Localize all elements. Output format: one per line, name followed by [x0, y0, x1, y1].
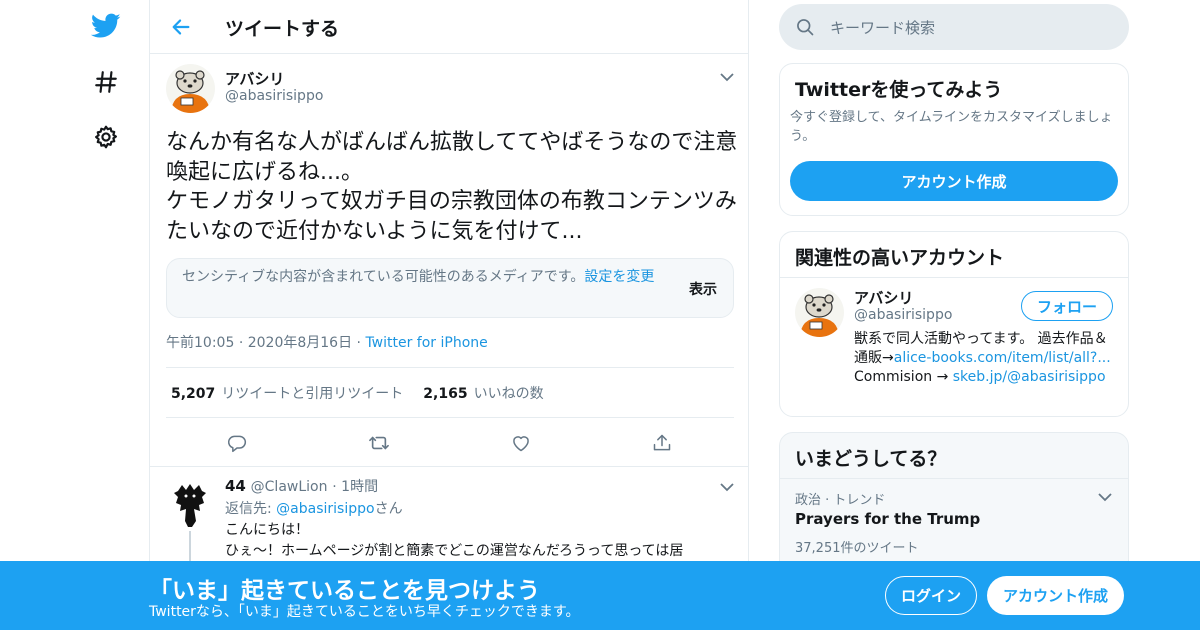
trend-tweet-count: 37,251件のツイート	[795, 541, 919, 556]
login-button[interactable]: ログイン	[885, 576, 977, 615]
related-account-bio: 獣系で同人活動やってます。 過去作品＆通販→alice-books.com/it…	[854, 330, 1116, 387]
reply-icon[interactable]	[224, 430, 250, 456]
twitter-logo-icon[interactable]	[90, 10, 122, 42]
tweet-time[interactable]: 午前10:05	[166, 335, 234, 351]
related-account-name[interactable]: アバシリ	[854, 287, 913, 308]
show-media-button[interactable]: 表示	[689, 279, 717, 299]
author-name[interactable]: アバシリ	[225, 68, 284, 89]
tweet-date[interactable]: 2020年8月16日	[248, 335, 352, 351]
reply-to-handle-link[interactable]: @abasirisippo	[276, 501, 374, 517]
bio-link-alice-books[interactable]: alice-books.com/item/list/all?...	[894, 350, 1111, 366]
sensitive-settings-link[interactable]: 設定を変更	[584, 269, 654, 285]
trend-title: Prayers for the Trump	[795, 510, 981, 528]
retweets-count: 5,207	[171, 385, 216, 402]
likes-stat[interactable]: 2,165 いいねの数	[423, 383, 543, 403]
retweets-label: リツイートと引用リツイート	[221, 385, 404, 402]
likes-label: いいねの数	[473, 385, 544, 402]
tweet-actions	[166, 430, 734, 454]
follow-button[interactable]: フォロー	[1021, 291, 1113, 321]
reply-to-label: 返信先:	[225, 501, 272, 517]
likes-count: 2,165	[423, 385, 468, 402]
page-title: ツイートする	[225, 18, 340, 40]
signup-prompt-bar: 「いま」起きていることを見つけよう Twitterなら、「いま」起きていることを…	[0, 561, 1200, 630]
hashtag-icon[interactable]	[90, 66, 122, 98]
trends-card-title: いまどうしてる？	[795, 448, 947, 470]
reply-to-suffix: さん	[374, 501, 403, 517]
reply-menu-chevron-down-icon[interactable]	[717, 477, 737, 497]
reply-tweet: 44 @ClawLion · 1時間 返信先: @abasirisippoさん …	[225, 476, 725, 562]
bio-text-commision: Commision →	[854, 369, 953, 385]
like-heart-icon[interactable]	[508, 430, 534, 456]
share-icon[interactable]	[649, 430, 675, 456]
bio-link-skeb[interactable]: skeb.jp/@abasirisippo	[953, 369, 1106, 385]
trend-item[interactable]: 政治 · トレンド Prayers for the Trump 37,251件の…	[780, 479, 1128, 559]
try-twitter-card: Twitterを使ってみよう 今すぐ登録して、タイムラインをカスタマイズしましょ…	[779, 63, 1129, 216]
divider	[780, 277, 1128, 278]
try-card-title: Twitterを使ってみよう	[795, 79, 1003, 101]
reply-text-line2: ひぇ～！ホームページが割と簡素でどこの運営なんだろうって思っては居	[225, 543, 684, 559]
back-arrow-icon[interactable]	[168, 14, 194, 40]
tweet-text: なんか有名な人がばんばん拡散しててやばそうなので注意喚起に広げるね...。 ケモ…	[166, 130, 738, 244]
create-account-button[interactable]: アカウント作成	[790, 161, 1118, 201]
signup-prompt-headline: 「いま」起きていることを見つけよう	[149, 578, 540, 604]
reply-text-line1: こんにちは！	[225, 522, 309, 538]
author-avatar[interactable]	[166, 64, 215, 113]
reply-to-line: 返信先: @abasirisippoさん	[225, 499, 725, 520]
trend-category: 政治 · トレンド	[795, 493, 886, 508]
right-sidebar: キーワード検索 Twitterを使ってみよう 今すぐ登録して、タイムラインをカス…	[779, 0, 1129, 630]
sensitive-media-notice: センシティブな内容が含まれている可能性のあるメディアです。設定を変更 表示	[166, 258, 734, 318]
main-column: ツイートする アバシリ @abasirisippo なんか有名な人がばんばん拡散…	[149, 0, 749, 630]
signup-button[interactable]: アカウント作成	[987, 576, 1124, 615]
sensitive-notice-text: センシティブな内容が含まれている可能性のあるメディアです。	[182, 269, 585, 285]
tweet-menu-chevron-down-icon[interactable]	[717, 67, 737, 87]
related-account-avatar[interactable]	[795, 288, 844, 337]
related-account-handle[interactable]: @abasirisippo	[854, 307, 952, 323]
divider	[150, 466, 748, 467]
search-box[interactable]: キーワード検索	[779, 4, 1129, 50]
trend-menu-chevron-down-icon[interactable]	[1095, 487, 1115, 507]
retweet-icon[interactable]	[366, 430, 392, 456]
author-handle[interactable]: @abasirisippo	[225, 88, 323, 104]
reply-time[interactable]: 1時間	[341, 479, 378, 495]
reply-author-name[interactable]: 44	[225, 477, 246, 495]
related-accounts-card: 関連性の高いアカウント アバシリ @abasirisippo フォロー 獣系で同…	[779, 231, 1129, 417]
tweet-stats: 5,207 リツイートと引用リツイート 2,165 いいねの数	[166, 367, 734, 418]
tweet-source-link[interactable]: Twitter for iPhone	[365, 335, 487, 351]
reply-author-handle[interactable]: @ClawLion	[251, 479, 328, 495]
tweet-meta: 午前10:05 · 2020年8月16日 · Twitter for iPhon…	[166, 335, 488, 351]
signup-prompt-subtext: Twitterなら、「いま」起きていることをいち早くチェックできます。	[149, 604, 580, 620]
left-nav	[0, 0, 149, 630]
search-icon	[795, 17, 815, 37]
settings-gear-icon[interactable]	[90, 121, 122, 153]
page-header: ツイートする	[150, 0, 748, 54]
reply-author-avatar[interactable]	[166, 481, 215, 530]
retweets-stat[interactable]: 5,207 リツイートと引用リツイート	[171, 383, 403, 403]
try-card-description: 今すぐ登録して、タイムラインをカスタマイズしましょう。	[790, 110, 1113, 144]
search-input[interactable]: キーワード検索	[830, 17, 935, 38]
related-card-title: 関連性の高いアカウント	[795, 247, 1005, 269]
